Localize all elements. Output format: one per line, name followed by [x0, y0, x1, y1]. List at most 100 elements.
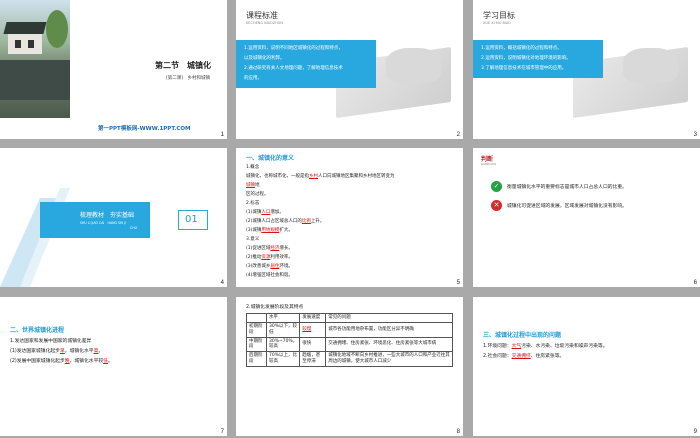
text-line: (1)促进区域经济增长。 — [246, 245, 293, 251]
blue-text-panel: 1.运用资料，概括城镇化的过程和特点。 2.运用资料，说明城镇化对地理环境的影响… — [473, 40, 603, 78]
text-fragment: 、住房紧张等。 — [530, 354, 565, 359]
text-fragment: 1.发达国家和发展中国家的城镇化差异 — [10, 339, 92, 344]
text-line: 1.发达国家和发展中国家的城镇化差异 — [10, 337, 91, 344]
text-line: (2)推动资源利用效率。 — [246, 254, 293, 260]
check-icon: ✓ — [491, 181, 502, 192]
photo-ancient-town — [0, 0, 70, 118]
table-row: 初期阶段 30%以下，较低 较慢 城市各功能用地杂布置，功能区分异不明确 — [246, 321, 453, 338]
slide-number: 9 — [693, 429, 697, 435]
text-fragment: 2.社会问题： — [483, 354, 512, 359]
slide-2-subtitle: KECHENG BIAOZHUN — [246, 21, 283, 25]
section-title: 梳理教材 夯实基础 — [80, 212, 135, 219]
section-banner: 梳理教材 夯实基础 SHU LI JIAO CAI HANG SHI JI CH… — [40, 202, 150, 238]
text-line: (1)发达国家城镇化起步早，城镇化水平高。 — [10, 347, 103, 354]
text-fragment: 人口向城镇地区集聚和乡村地区转变为 — [318, 174, 395, 179]
text-fragment: (1)城镇 — [246, 210, 262, 215]
cross-icon: ✕ — [491, 200, 502, 211]
text-fragment: 增加。 — [270, 210, 284, 215]
slide-thumbnail-2[interactable]: 课程标准 KECHENG BIAOZHUN 1.运用资料，说明不同地区城镇化的过… — [236, 0, 463, 139]
text-line: 城镇化，也称城市化，一般是指乡村人口向城镇地区集聚和乡村地区转变为 — [246, 173, 395, 179]
text-fragment: 1.概念 — [246, 165, 260, 170]
slide-1-footer: 第一PPT模板网-WWW.1PPT.COM — [98, 126, 191, 132]
hand-image — [386, 48, 441, 83]
text-fragment: 地 — [255, 183, 260, 188]
text-line: 2.标志 — [246, 200, 259, 206]
slide-number: 6 — [693, 280, 697, 286]
section-number-badge: 01 — [178, 210, 208, 230]
slide-sorter-grid: 第二节 城镇化 [第二课] 乡村和城镇 第一PPT模板网-WWW.1PPT.CO… — [0, 0, 700, 438]
text-line: 区的过程。 — [246, 191, 269, 197]
slide-3-subtitle: XUE XI MU BIAO — [483, 21, 512, 25]
text-fragment: 增长。 — [279, 246, 293, 251]
slide-thumbnail-9[interactable]: 三、城镇化过程中出现的问题 1.环境问题：大气污染、水污染、垃圾污染和噪声污染等… — [473, 297, 700, 436]
text-fragment: (1)促进区域 — [246, 246, 271, 251]
text-line: (4)增强区域社会和谐。 — [246, 272, 293, 278]
answer-blank: 交通拥挤 — [511, 354, 531, 359]
slide-number: 7 — [220, 429, 224, 435]
table-row: 中期阶段 30%~70%，较高 很快 交通拥堵、住房紧张、环境恶化、住房紧张等大… — [246, 336, 453, 353]
text-fragment: 1.环境问题： — [483, 344, 512, 349]
blue-text-panel: 1.运用资料，说明不同地区城镇化的过程和特点， 以及城镇化的利弊。 2.通过研究… — [236, 40, 376, 88]
text-line: 3.意义 — [246, 236, 259, 242]
slide-9-heading: 三、城镇化过程中出现的问题 — [483, 332, 562, 339]
slide-number: 4 — [220, 280, 224, 286]
text-line: (2)城镇人口占区域总人口的比例上升。 — [246, 218, 324, 224]
text-fragment: 区的过程。 — [246, 192, 269, 197]
slide-number: 1 — [220, 132, 224, 138]
slide-number: 8 — [456, 429, 460, 435]
text-fragment: 3.意义 — [246, 237, 260, 242]
text-fragment: 污染、水污染、垃圾污染和噪声污染等。 — [521, 344, 608, 349]
slide-3-title: 学习目标 — [483, 11, 515, 20]
text-fragment: ，城镇化水平 — [64, 349, 94, 354]
slide-thumbnail-7[interactable]: 二、世界城镇化进程 1.发达国家和发展中国家的城镇化差异 (1)发达国家城镇化起步… — [0, 297, 227, 436]
text-fragment: 。 — [98, 349, 104, 354]
answer-blank: 大气 — [511, 344, 522, 349]
slide-thumbnail-5[interactable]: 一、城镇化的意义 1.概念城镇化，也称城市化，一般是指乡村人口向城镇地区集聚和乡… — [236, 148, 463, 287]
slide-number: 2 — [456, 132, 460, 138]
answer-blank: 城镇 — [246, 183, 255, 188]
slide-number: 5 — [456, 280, 460, 286]
text-fragment: (3)改善城乡 — [246, 264, 271, 269]
table-header-row: 水平 发展速度 常见的问题 — [246, 313, 453, 323]
table-row: 后期阶段 70%以上，比较高 趋缓，甚至停滞 城镇化地域不断向乡村推进，一些大城… — [246, 351, 453, 367]
slide-1-subtitle: [第二课] 乡村和城镇 — [166, 76, 211, 81]
text-fragment: (3)城镇 — [246, 228, 262, 233]
urbanization-stages-table: 水平 发展速度 常见的问题 初期阶段 30%以下，较低 较慢 城市各功能用地杂布… — [246, 313, 453, 367]
text-line: 1.环境问题：大气污染、水污染、垃圾污染和噪声污染等。 — [483, 342, 608, 349]
text-fragment: (2)推动 — [246, 255, 262, 260]
text-fragment: 上升。 — [310, 219, 325, 224]
text-line: 1.概念 — [246, 164, 259, 170]
text-line: 城镇地 — [246, 182, 260, 188]
slide-7-heading: 二、世界城镇化进程 — [10, 327, 65, 334]
text-fragment: 2.标志 — [246, 201, 260, 206]
text-fragment: 。 — [107, 359, 113, 364]
slide-8-caption: 2.城镇化发展阶段及其特点 — [246, 305, 304, 310]
text-line: (2)发展中国家城镇化起步晚，城镇化水平较低。 — [10, 357, 113, 364]
hand-image — [623, 48, 678, 83]
text-fragment: (2)城镇人口占区域总人口的 — [246, 219, 302, 224]
slide-thumbnail-1[interactable]: 第二节 城镇化 [第二课] 乡村和城镇 第一PPT模板网-WWW.1PPT.CO… — [0, 0, 227, 139]
text-fragment: 城镇化，也称城市化，一般是指 — [246, 174, 309, 179]
text-fragment: ，城镇化水平较 — [69, 359, 104, 364]
judgement-item-1: 衡量城镇化水平的重要标志是城市人口占总人口的比重。 — [507, 185, 627, 190]
slide-5-heading: 一、城镇化的意义 — [246, 155, 295, 162]
text-fragment: (1)发达国家城镇化起步 — [10, 349, 60, 354]
text-line: (1)城镇人口增加。 — [246, 209, 284, 215]
slide-thumbnail-3[interactable]: 学习目标 XUE XI MU BIAO 1.运用资料，概括城镇化的过程和特点。 … — [473, 0, 700, 139]
answer-blank: 用地规模 — [261, 228, 280, 233]
slide-number: 3 — [693, 132, 697, 138]
text-line: (3)改善城乡居住环境。 — [246, 263, 293, 269]
text-fragment: 环境。 — [279, 264, 293, 269]
text-fragment: (4)增强区域社会和谐。 — [246, 273, 293, 278]
text-fragment: 利用效率。 — [270, 255, 293, 260]
text-line: 2.社会问题：交通拥挤、住房紧张等。 — [483, 352, 564, 359]
judgement-item-2: 城镇化可促进区域的发展，区域发展对城镇化没有影响。 — [507, 204, 627, 209]
answer-blank: 比例 — [301, 219, 311, 224]
slide-thumbnail-8[interactable]: 2.城镇化发展阶段及其特点 水平 发展速度 常见的问题 初期阶段 30%以下，较… — [236, 297, 463, 436]
text-line: (3)城镇用地规模扩大。 — [246, 227, 293, 233]
slide-2-title: 课程标准 — [246, 11, 278, 20]
slide-thumbnail-4[interactable]: 梳理教材 夯实基础 SHU LI JIAO CAI HANG SHI JI CH… — [0, 148, 227, 287]
slide-thumbnail-6[interactable]: 判断 PANDUAN ✓ 衡量城镇化水平的重要标志是城市人口占总人口的比重。 ✕… — [473, 148, 700, 287]
answer-blank: 乡村 — [309, 174, 318, 179]
text-fragment: (2)发展中国家城镇化起步 — [10, 359, 65, 364]
